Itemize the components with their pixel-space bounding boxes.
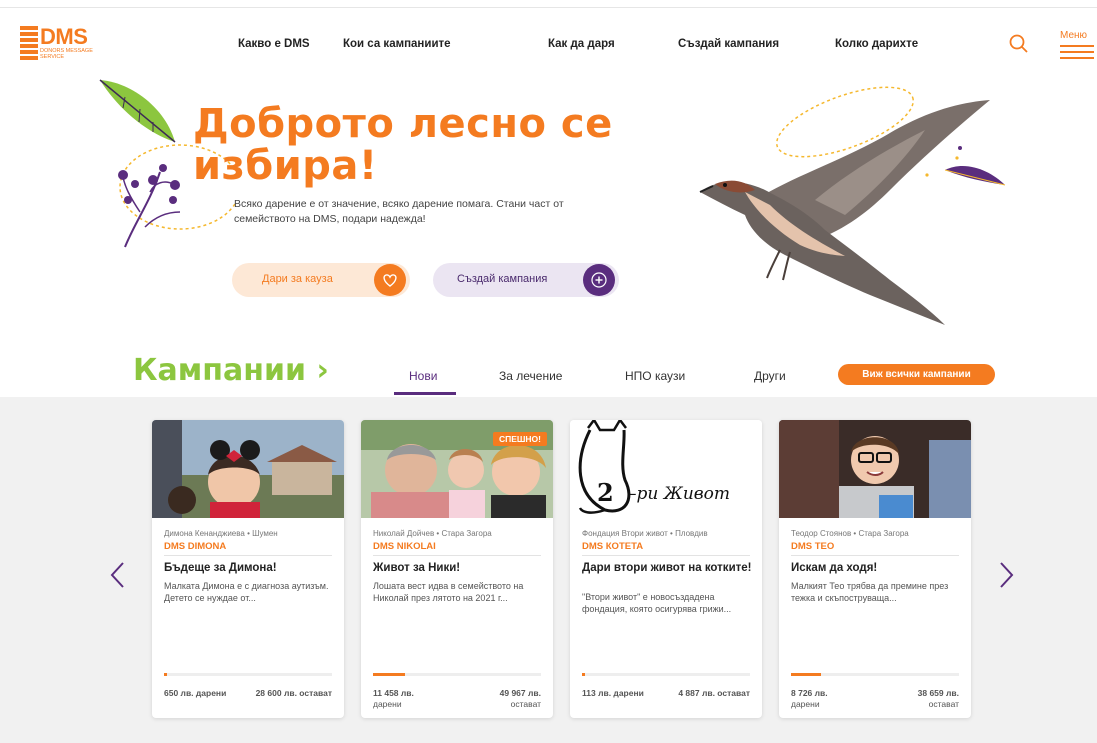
divider <box>791 555 959 556</box>
progress-bar <box>164 673 332 676</box>
donated-amount: 113 лв. дарени <box>582 688 644 698</box>
donated-amount: 11 458 лв. <box>373 688 414 698</box>
logo-mark <box>20 26 38 60</box>
tab-new[interactable]: Нови <box>409 369 437 383</box>
chevron-left-icon[interactable] <box>106 560 130 590</box>
campaign-meta: Фондация Втори живот • Пловдив <box>582 529 708 538</box>
campaign-title[interactable]: Дари втори живот на котките! <box>582 562 752 575</box>
hero-title-line1: Доброто лесно се <box>193 101 613 147</box>
logo-text: DMS <box>40 24 88 49</box>
campaign-description: Малката Димона е с диагноза аутизъм. Дет… <box>164 581 329 603</box>
campaigns-title[interactable]: Кампании › <box>133 353 329 388</box>
nav-item-what-is-dms[interactable]: Какво е DMS <box>238 38 310 50</box>
donate-button[interactable]: Дари за кауза <box>232 263 410 297</box>
campaign-code: DMS NIKOLAI <box>373 541 436 552</box>
urgent-badge: СПЕШНО! <box>492 432 547 446</box>
logo-script: –ри Живот <box>628 484 731 504</box>
chevron-right-icon[interactable] <box>994 560 1018 590</box>
logo-number: 2 <box>597 478 614 507</box>
logo-subtitle: DONORS MESSAGE SERVICE <box>40 48 93 60</box>
tab-ngo[interactable]: НПО каузи <box>625 369 685 383</box>
heart-icon <box>374 264 406 296</box>
campaign-code: DMS DIMONA <box>164 541 227 552</box>
progress-bar <box>791 673 959 676</box>
campaign-description: "Втори живот" е новосъздадена фондация, … <box>582 592 732 614</box>
plus-icon <box>583 264 615 296</box>
create-campaign-button[interactable]: Създай кампания <box>433 263 619 297</box>
campaign-image <box>779 420 971 518</box>
donated-amount: 650 лв. дарени <box>164 688 227 698</box>
create-campaign-button-label: Създай кампания <box>457 273 548 285</box>
remaining-amount: 28 600 лв. остават <box>255 688 332 698</box>
hamburger-icon <box>1060 45 1096 59</box>
hero-title: Доброто лесно се избира! <box>193 103 613 187</box>
campaign-code: DMS КОТЕТА <box>582 541 644 552</box>
nav-item-how-to-donate[interactable]: Как да даря <box>548 38 615 50</box>
menu-button[interactable]: Меню <box>1060 30 1096 59</box>
remaining-amount: 4 887 лв. остават <box>678 688 750 698</box>
campaign-title[interactable]: Искам да ходя! <box>791 562 961 575</box>
campaign-image: 2 –ри Живот <box>570 420 762 518</box>
campaign-card[interactable]: Теодор Стоянов • Стара Загора DMS TEO Ис… <box>779 420 971 718</box>
top-border <box>0 0 1097 8</box>
dms-logo[interactable]: DMS DONORS MESSAGE SERVICE <box>20 24 100 70</box>
campaign-card[interactable]: Димона Кенанджиева • Шумен DMS DIMONA Бъ… <box>152 420 344 718</box>
divider <box>373 555 541 556</box>
tab-other[interactable]: Други <box>754 369 786 383</box>
nav-item-create-campaign[interactable]: Създай кампания <box>678 38 779 50</box>
campaign-description: Лошата вест идва в семейството на Никола… <box>373 581 524 603</box>
nav-item-campaigns[interactable]: Кои са кампаниите <box>343 38 451 50</box>
hero-description: Всяко дарение е от значение, всяко дарен… <box>234 198 564 225</box>
divider <box>164 555 332 556</box>
remaining-label: остават <box>928 699 959 709</box>
swallow-illustration <box>699 86 1006 325</box>
hero-title-line2: избира! <box>193 143 378 189</box>
campaign-code: DMS TEO <box>791 541 835 552</box>
donated-amount: 8 726 лв. <box>791 688 828 698</box>
campaign-image <box>152 420 344 518</box>
campaign-meta: Теодор Стоянов • Стара Загора <box>791 529 909 538</box>
campaign-description: Малкият Тео трябва да премине през тежка… <box>791 581 949 603</box>
remaining-amount: 49 967 лв. <box>499 688 541 698</box>
active-tab-indicator <box>394 392 456 395</box>
campaign-title[interactable]: Живот за Ники! <box>373 562 543 575</box>
donated-label: дарени <box>373 699 402 709</box>
donate-button-label: Дари за кауза <box>262 273 333 285</box>
menu-label: Меню <box>1060 30 1088 41</box>
divider <box>582 555 750 556</box>
remaining-label: остават <box>510 699 541 709</box>
campaign-meta: Николай Дойчев • Стара Загора <box>373 529 492 538</box>
progress-bar <box>373 673 541 676</box>
campaign-meta: Димона Кенанджиева • Шумен <box>164 529 278 538</box>
campaign-card[interactable]: СПЕШНО! Николай Дойчев • Стара Загора DM… <box>361 420 553 718</box>
site-header: DMS DONORS MESSAGE SERVICE Какво е DMS К… <box>0 18 1097 74</box>
tab-medical[interactable]: За лечение <box>499 369 562 383</box>
progress-bar <box>582 673 750 676</box>
nav-item-how-much-donated[interactable]: Колко дарихте <box>835 38 918 50</box>
donated-label: дарени <box>791 699 820 709</box>
campaign-card[interactable]: 2 –ри Живот Фондация Втори живот • Пловд… <box>570 420 762 718</box>
campaign-title[interactable]: Бъдеще за Димона! <box>164 562 334 575</box>
search-icon[interactable] <box>1008 33 1030 55</box>
view-all-campaigns-button[interactable]: Виж всички кампании <box>838 364 995 385</box>
remaining-amount: 38 659 лв. <box>917 688 959 698</box>
